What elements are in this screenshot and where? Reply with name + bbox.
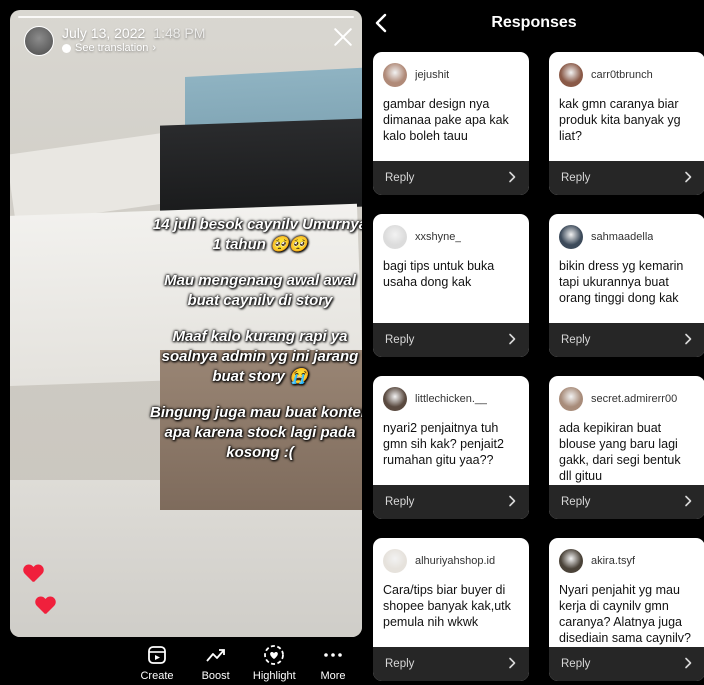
- response-text: Nyari penjahit yg mau kerja di caynilv g…: [559, 583, 692, 645]
- reply-label: Reply: [385, 172, 415, 184]
- response-card[interactable]: jejushit gambar design nya dimanaa pake a…: [373, 52, 529, 195]
- avatar[interactable]: [383, 63, 407, 87]
- chevron-right-icon: [683, 657, 693, 672]
- reply-label: Reply: [561, 334, 591, 346]
- response-card-header: akira.tsyf: [549, 538, 704, 574]
- response-card[interactable]: secret.admirerr00 ada kepikiran buat blou…: [549, 376, 704, 519]
- response-card-header: xxshyne_: [373, 214, 529, 250]
- story-caption-line: Maaf kalo kurang rapi ya soalnya admin y…: [161, 328, 359, 385]
- response-card[interactable]: littlechicken.__ nyari2 penjaitnya tuh gm…: [373, 376, 529, 519]
- close-icon[interactable]: [332, 26, 354, 48]
- reply-button[interactable]: Reply: [549, 323, 704, 357]
- response-card[interactable]: sahmaadella bikin dress yg kemarin tapi u…: [549, 214, 704, 357]
- boost-label: Boost: [201, 670, 230, 682]
- response-card[interactable]: xxshyne_bagi tips untuk buka usaha dong …: [373, 214, 529, 357]
- response-username[interactable]: sahmaadella: [591, 231, 653, 243]
- chevron-right-icon: [507, 333, 517, 348]
- response-card-header: secret.admirerr00: [549, 376, 704, 412]
- heart-icon: [35, 597, 55, 615]
- story-action-bar: Create Boost Highlight More: [130, 642, 360, 685]
- reply-button[interactable]: Reply: [549, 161, 704, 195]
- story-date: July 13, 2022 1:48 PM: [62, 25, 205, 41]
- story-caption: 14 juli besok caynilv Umurnya 1 tahun 🥺🥺…: [150, 215, 362, 479]
- see-translation-label: See translation: [75, 42, 149, 54]
- heart-icon: [23, 565, 43, 583]
- response-text: bagi tips untuk buka usaha dong kak: [383, 259, 495, 289]
- response-card[interactable]: carr0tbrunch kak gmn caranya biar produk …: [549, 52, 704, 195]
- reply-label: Reply: [385, 658, 415, 670]
- reply-button[interactable]: Reply: [549, 647, 704, 681]
- response-card-header: sahmaadella: [549, 214, 704, 250]
- response-text: kak gmn caranya biar produk kita banyak …: [559, 97, 681, 143]
- create-label: Create: [140, 670, 174, 682]
- avatar[interactable]: [559, 63, 583, 87]
- response-username[interactable]: jejushit: [415, 69, 449, 81]
- reply-label: Reply: [561, 496, 591, 508]
- response-username[interactable]: secret.admirerr00: [591, 393, 677, 405]
- story-progress-bar: [18, 16, 354, 18]
- response-username[interactable]: carr0tbrunch: [591, 69, 653, 81]
- response-text: ada kepikiran buat blouse yang baru lagi…: [559, 421, 681, 483]
- reply-button[interactable]: Reply: [373, 323, 529, 357]
- chevron-right-icon: [683, 171, 693, 186]
- chevron-right-icon: [507, 657, 517, 672]
- reply-label: Reply: [385, 496, 415, 508]
- response-card-header: carr0tbrunch: [549, 52, 704, 88]
- response-card[interactable]: akira.tsyf Nyari penjahit yg mau kerja di…: [549, 538, 704, 681]
- response-card-header: jejushit: [373, 52, 529, 88]
- create-icon: [147, 642, 167, 668]
- story-caption-line: Mau mengenang awal awal buat caynilv di …: [164, 272, 356, 309]
- response-text: Cara/tips biar buyer di shopee banyak ka…: [383, 583, 511, 629]
- page-title: Responses: [491, 14, 577, 31]
- reply-label: Reply: [385, 334, 415, 346]
- responses-panel: Responses jejushit gambar design nya dima…: [364, 0, 704, 685]
- reply-label: Reply: [561, 172, 591, 184]
- reply-button[interactable]: Reply: [373, 485, 529, 519]
- chevron-right-icon: [507, 495, 517, 510]
- more-icon: [323, 642, 343, 668]
- boost-button[interactable]: Boost: [189, 642, 243, 685]
- story-time: 1:48 PM: [153, 25, 206, 41]
- avatar[interactable]: [559, 387, 583, 411]
- avatar[interactable]: [383, 387, 407, 411]
- response-text: bikin dress yg kemarin tapi ukurannya bu…: [559, 259, 684, 305]
- avatar[interactable]: [559, 225, 583, 249]
- story-viewer[interactable]: July 13, 2022 1:48 PM See translation › 1…: [10, 10, 362, 637]
- globe-icon: [62, 43, 71, 53]
- avatar[interactable]: [383, 225, 407, 249]
- reply-label: Reply: [561, 658, 591, 670]
- story-date-text: July 13, 2022: [62, 25, 146, 41]
- chevron-right-icon: [683, 333, 693, 348]
- story-caption-line: 14 juli besok caynilv Umurnya 1 tahun 🥺🥺: [152, 216, 362, 253]
- more-label: More: [320, 670, 346, 682]
- chevron-right-icon: ›: [152, 42, 157, 54]
- more-button[interactable]: More: [306, 642, 360, 685]
- response-text: nyari2 penjaitnya tuh gmn sih kak? penja…: [383, 421, 504, 467]
- reply-button[interactable]: Reply: [373, 161, 529, 195]
- response-card-header: littlechicken.__: [373, 376, 529, 412]
- chevron-right-icon: [683, 495, 693, 510]
- chevron-right-icon: [507, 171, 517, 186]
- response-username[interactable]: alhuriyahshop.id: [415, 555, 495, 567]
- story-caption-line: Bingung juga mau buat konten apa karena …: [150, 404, 362, 461]
- create-button[interactable]: Create: [130, 642, 184, 685]
- response-username[interactable]: xxshyne_: [415, 231, 461, 243]
- response-username[interactable]: littlechicken.__: [415, 393, 487, 405]
- see-translation-link[interactable]: See translation ›: [62, 42, 156, 54]
- highlight-label: Highlight: [252, 670, 296, 682]
- reply-button[interactable]: Reply: [373, 647, 529, 681]
- boost-icon: [205, 642, 227, 668]
- response-username[interactable]: akira.tsyf: [591, 555, 635, 567]
- response-card-header: alhuriyahshop.id: [373, 538, 529, 574]
- avatar[interactable]: [24, 26, 54, 56]
- highlight-icon: [263, 642, 285, 668]
- avatar[interactable]: [559, 549, 583, 573]
- fabric-black: [160, 118, 362, 214]
- highlight-button[interactable]: Highlight: [247, 642, 301, 685]
- avatar[interactable]: [383, 549, 407, 573]
- response-text: gambar design nya dimanaa pake apa kak k…: [383, 97, 509, 143]
- reply-button[interactable]: Reply: [549, 485, 704, 519]
- response-card[interactable]: alhuriyahshop.id Cara/tips biar buyer di …: [373, 538, 529, 681]
